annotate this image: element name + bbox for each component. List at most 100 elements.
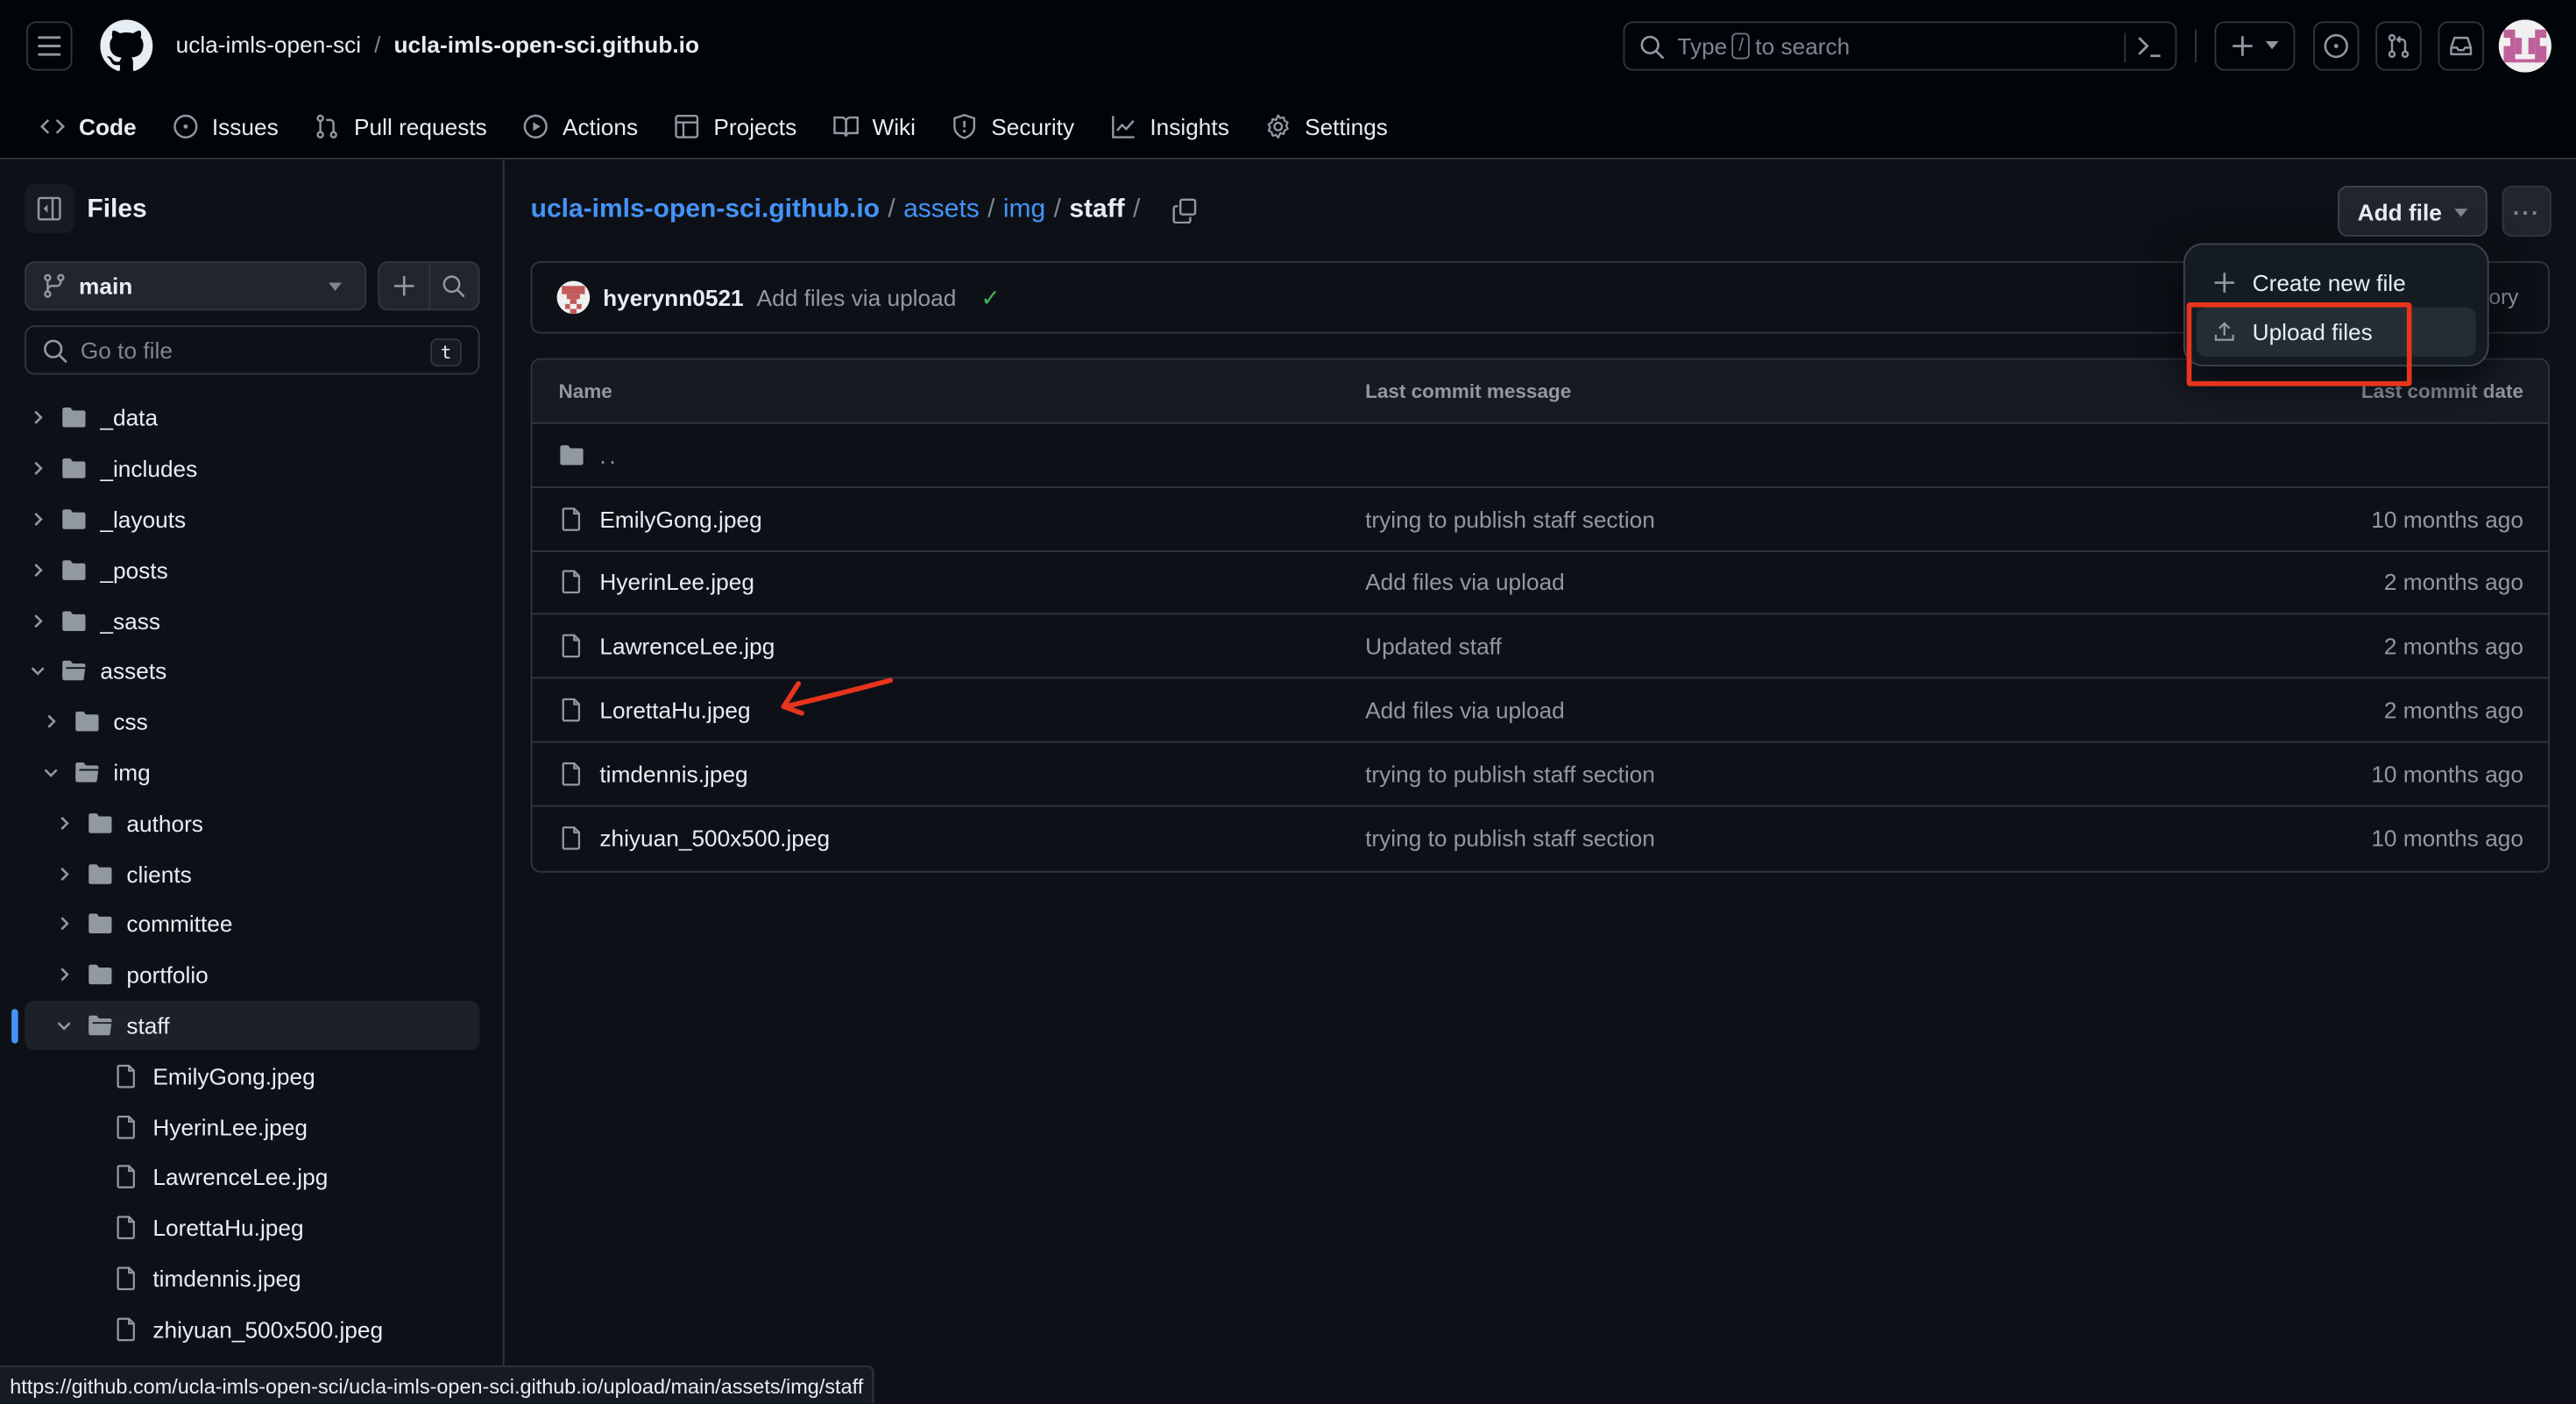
chevron-right-icon[interactable]: [54, 916, 74, 932]
tree-folder-item[interactable]: assets: [0, 646, 505, 697]
breadcrumb-assets-link[interactable]: assets: [903, 195, 980, 225]
table-row[interactable]: EmilyGong.jpeg trying to publish staff se…: [532, 487, 2549, 552]
chevron-right-icon[interactable]: [41, 713, 61, 730]
chevron-down-icon[interactable]: [54, 1018, 74, 1034]
tab-label: Settings: [1305, 113, 1388, 140]
chevron-down-icon[interactable]: [41, 764, 61, 781]
tree-file-item[interactable]: EmilyGong.jpeg: [0, 1051, 505, 1102]
tree-item-label: EmilyGong.jpeg: [152, 1062, 315, 1089]
tree-file-item[interactable]: timdennis.jpeg: [0, 1253, 505, 1304]
tree-folder-item[interactable]: css: [0, 697, 505, 748]
file-link[interactable]: LawrenceLee.jpg: [599, 633, 775, 659]
chevron-right-icon[interactable]: [28, 460, 48, 477]
tab-pull-requests[interactable]: Pull requests: [301, 100, 500, 152]
pull-requests-button[interactable]: [2375, 21, 2422, 71]
file-link[interactable]: LorettaHu.jpeg: [599, 697, 750, 723]
parent-directory-link[interactable]: ..: [599, 442, 619, 468]
collapse-sidebar-button[interactable]: [25, 184, 74, 234]
table-row[interactable]: zhiyuan_500x500.jpeg trying to publish st…: [533, 806, 2549, 870]
file-icon: [559, 761, 585, 787]
tab-wiki[interactable]: Wiki: [819, 100, 929, 152]
tree-file-item[interactable]: LorettaHu.jpeg: [0, 1202, 505, 1253]
tree-folder-item[interactable]: _layouts: [0, 494, 505, 545]
branch-selector[interactable]: main: [25, 261, 367, 311]
tab-projects[interactable]: Projects: [661, 100, 810, 152]
folder-open-icon: [74, 759, 100, 785]
chevron-right-icon[interactable]: [28, 410, 48, 427]
chevron-right-icon[interactable]: [54, 815, 74, 832]
chevron-right-icon[interactable]: [54, 865, 74, 882]
inbox-button[interactable]: [2438, 21, 2484, 71]
tree-folder-item[interactable]: committee: [0, 899, 505, 950]
chevron-right-icon[interactable]: [54, 967, 74, 983]
add-file-sidebar-button[interactable]: [379, 263, 430, 309]
file-icon: [113, 1266, 139, 1292]
file-link[interactable]: HyerinLee.jpeg: [599, 570, 754, 596]
user-avatar[interactable]: [2498, 19, 2551, 73]
commit-author-avatar[interactable]: [556, 280, 591, 315]
repo-owner-link[interactable]: ucla-imls-open-sci: [176, 32, 362, 58]
commit-message-link[interactable]: trying to publish staff section: [1365, 826, 1655, 852]
tree-folder-item[interactable]: _posts: [0, 544, 505, 595]
tree-item-label: css: [113, 708, 148, 735]
breadcrumb-current: staff: [1069, 195, 1125, 223]
tree-folder-item[interactable]: img: [0, 747, 505, 798]
github-logo[interactable]: [100, 19, 153, 73]
create-new-file-menu-item[interactable]: Create new file: [2197, 258, 2476, 307]
breadcrumb-repo-link[interactable]: ucla-imls-open-sci.github.io: [531, 195, 880, 225]
tree-folder-item[interactable]: clients: [0, 848, 505, 899]
issues-button[interactable]: [2313, 21, 2360, 71]
tab-issues[interactable]: Issues: [159, 100, 292, 152]
commit-message-link[interactable]: trying to publish staff section: [1365, 506, 1655, 532]
commit-author[interactable]: hyerynn0521: [603, 284, 744, 310]
commit-message[interactable]: Add files via upload: [757, 284, 957, 310]
commit-message-link[interactable]: trying to publish staff section: [1365, 761, 1655, 787]
folder-icon: [87, 810, 113, 836]
search-sidebar-button[interactable]: [429, 263, 478, 309]
create-new-button[interactable]: [2214, 21, 2296, 71]
tree-file-item[interactable]: zhiyuan_500x500.jpeg: [0, 1304, 505, 1355]
tree-folder-item[interactable]: _includes: [0, 443, 505, 494]
repo-name-link[interactable]: ucla-imls-open-sci.github.io: [393, 32, 699, 58]
file-link[interactable]: timdennis.jpeg: [599, 761, 747, 787]
chevron-right-icon[interactable]: [28, 613, 48, 629]
commit-message-link[interactable]: Add files via upload: [1365, 697, 1565, 723]
chevron-right-icon[interactable]: [28, 562, 48, 578]
tab-settings[interactable]: Settings: [1252, 100, 1401, 152]
table-row[interactable]: timdennis.jpeg trying to publish staff se…: [532, 742, 2549, 807]
commit-message-link[interactable]: Add files via upload: [1365, 570, 1565, 596]
add-file-button[interactable]: Add file: [2338, 185, 2488, 237]
chevron-down-icon[interactable]: [28, 663, 48, 679]
hamburger-icon: [38, 36, 61, 56]
tree-file-item[interactable]: LawrenceLee.jpg: [0, 1152, 505, 1202]
tab-actions[interactable]: Actions: [510, 100, 651, 152]
folder-icon: [60, 506, 87, 532]
commit-message-link[interactable]: Updated staff: [1365, 633, 1502, 659]
menu-button[interactable]: [26, 21, 73, 71]
copy-path-button[interactable]: [1171, 197, 1198, 223]
file-link[interactable]: zhiyuan_500x500.jpeg: [599, 826, 830, 852]
file-tree-sidebar: Files main Go to file t _data _includes _l…: [0, 159, 505, 1404]
tree-folder-item[interactable]: portfolio: [0, 949, 505, 1000]
tree-folder-item[interactable]: staff: [0, 1000, 505, 1051]
tree-folder-item[interactable]: _sass: [0, 595, 505, 646]
table-row[interactable]: LawrenceLee.jpg Updated staff 2 months ago: [532, 615, 2549, 679]
tree-folder-item[interactable]: _data: [0, 393, 505, 443]
chevron-right-icon[interactable]: [28, 511, 48, 528]
tab-code[interactable]: Code: [26, 100, 150, 173]
file-link[interactable]: EmilyGong.jpeg: [599, 506, 761, 532]
tree-folder-item[interactable]: authors: [0, 798, 505, 848]
check-icon[interactable]: ✓: [980, 283, 1000, 311]
table-row[interactable]: HyerinLee.jpeg Add files via upload 2 mont…: [532, 551, 2549, 615]
more-options-button[interactable]: ···: [2502, 185, 2551, 237]
tree-file-item[interactable]: HyerinLee.jpeg: [0, 1102, 505, 1152]
go-to-file-input[interactable]: Go to file t: [25, 325, 480, 375]
tab-insights[interactable]: Insights: [1097, 100, 1242, 152]
breadcrumb-img-link[interactable]: img: [1003, 195, 1045, 225]
history-link-partial[interactable]: ory: [2489, 284, 2519, 308]
parent-directory-row[interactable]: ..: [532, 424, 2549, 488]
search-input[interactable]: Type / to search: [1623, 21, 2177, 71]
command-palette-icon[interactable]: [2137, 36, 2162, 58]
repo-nav: Code Issues Pull requests Actions Projec…: [26, 94, 1411, 173]
tab-security[interactable]: Security: [938, 100, 1087, 152]
